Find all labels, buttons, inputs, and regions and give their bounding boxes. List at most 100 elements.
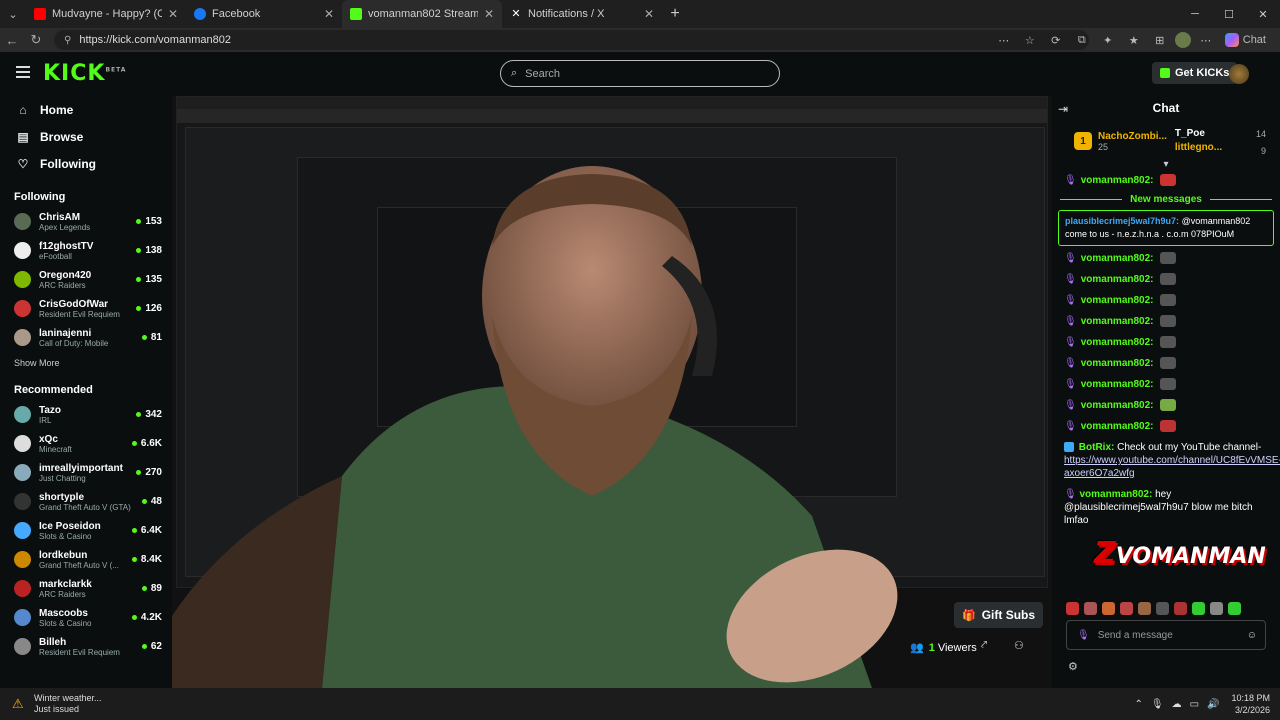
close-tab-icon[interactable]: ✕ bbox=[644, 7, 654, 21]
chat-username[interactable]: vomanman802: bbox=[1081, 420, 1154, 433]
weather-widget[interactable]: ⚠ Winter weather... Just issued bbox=[0, 693, 102, 715]
channel-name: laninajenni bbox=[39, 327, 92, 339]
back-icon[interactable]: ← bbox=[0, 33, 24, 48]
site-info-icon[interactable]: ⚲ bbox=[64, 35, 71, 46]
tab-notifications-x[interactable]: ✕ Notifications / X ✕ bbox=[502, 0, 662, 28]
emote-icon[interactable] bbox=[1138, 602, 1151, 615]
tab-facebook[interactable]: Facebook ✕ bbox=[186, 0, 342, 28]
leaderboard-first[interactable]: 1 NachoZombi... 25 bbox=[1074, 131, 1167, 152]
emote-icon[interactable] bbox=[1210, 602, 1223, 615]
display-icon[interactable]: ▭ bbox=[1190, 699, 1199, 710]
sidebar-channel[interactable]: Tazo IRL 342 bbox=[0, 400, 172, 429]
close-window-icon[interactable]: ✕ bbox=[1246, 0, 1280, 28]
chat-link[interactable]: https://www.youtube.com/channel/UC8fEvVM… bbox=[1064, 455, 1280, 479]
reader-icon[interactable]: ⋯ bbox=[993, 30, 1015, 50]
chat-username[interactable]: vomanman802: bbox=[1081, 357, 1154, 370]
share-icon[interactable]: ⤤ bbox=[981, 639, 987, 652]
favorites-icon[interactable]: ★ bbox=[1123, 30, 1145, 50]
chat-username[interactable]: vomanman802: bbox=[1079, 489, 1152, 500]
chat-username[interactable]: vomanman802: bbox=[1081, 336, 1154, 349]
new-tab-icon[interactable]: + bbox=[662, 5, 688, 23]
maximize-icon[interactable]: ☐ bbox=[1212, 0, 1246, 28]
sidebar-channel[interactable]: ChrisAM Apex Legends 153 bbox=[0, 207, 172, 236]
emote-icon[interactable] bbox=[1084, 602, 1097, 615]
url-input[interactable]: ⚲ https://kick.com/vomanman802 bbox=[54, 30, 1089, 50]
nav-browse[interactable]: ▤ Browse bbox=[0, 123, 172, 150]
stream-player[interactable]: 🎁 Gift Subs 👥 1 Viewers ⤤ ⚇ bbox=[172, 96, 1052, 688]
chat-username[interactable]: vomanman802: bbox=[1081, 315, 1154, 328]
refresh-icon[interactable]: ↻ bbox=[24, 32, 48, 48]
channel-avatar bbox=[14, 300, 31, 317]
show-more-button[interactable]: Show More bbox=[0, 358, 172, 368]
sidebar-channel[interactable]: xQc Minecraft 6.6K bbox=[0, 429, 172, 458]
clock[interactable]: 10:18 PM 3/2/2026 bbox=[1231, 692, 1270, 716]
nav-following[interactable]: ♡ Following bbox=[0, 150, 172, 177]
split-screen-icon[interactable]: ⧉ bbox=[1071, 30, 1093, 50]
collections-icon[interactable]: ⊞ bbox=[1149, 30, 1171, 50]
leaderboard-others[interactable]: T_Poe 14 littlegno... 9 bbox=[1175, 127, 1266, 156]
minimize-icon[interactable]: ─ bbox=[1178, 0, 1212, 28]
channel-viewers: 270 bbox=[136, 467, 162, 478]
channel-viewers: 342 bbox=[136, 409, 162, 420]
copilot-chat-button[interactable]: Chat bbox=[1221, 30, 1270, 50]
extensions-icon[interactable]: ✦ bbox=[1097, 30, 1119, 50]
emote-icon[interactable] bbox=[1156, 602, 1169, 615]
recommended-list: Tazo IRL 342 xQc Minecraft 6.6K imreallyimport… bbox=[0, 400, 172, 661]
more-menu-icon[interactable]: ⋯ bbox=[1195, 30, 1217, 50]
sidebar-channel[interactable]: Mascoobs Slots & Casino 4.2K bbox=[0, 603, 172, 632]
sidebar-channel[interactable]: shortyple Grand Theft Auto V (GTA) 48 bbox=[0, 487, 172, 516]
sidebar-channel[interactable]: Oregon420 ARC Raiders 135 bbox=[0, 265, 172, 294]
sidebar-channel[interactable]: f12ghostTV eFootball 138 bbox=[0, 236, 172, 265]
close-tab-icon[interactable]: ✕ bbox=[484, 7, 494, 21]
gift-subs-button[interactable]: 🎁 Gift Subs bbox=[954, 602, 1044, 628]
pinned-handle-icon[interactable]: ▾ bbox=[1052, 160, 1280, 170]
onedrive-icon[interactable]: ☁ bbox=[1172, 699, 1182, 710]
tab-kick-stream[interactable]: vomanman802 Stream - Watch Li ✕ bbox=[342, 0, 502, 28]
chat-username[interactable]: vomanman802: bbox=[1081, 399, 1154, 412]
profile-avatar[interactable] bbox=[1174, 32, 1191, 48]
sidebar-channel[interactable]: laninajenni Call of Duty: Mobile 81 bbox=[0, 323, 172, 352]
new-messages-label: New messages bbox=[1130, 194, 1202, 205]
nav-home[interactable]: ⌂ Home bbox=[0, 96, 172, 123]
chevron-up-icon[interactable]: ⌃ bbox=[1134, 699, 1142, 710]
refresh-page-icon[interactable]: ⟳ bbox=[1045, 30, 1067, 50]
tab-mudvayne[interactable]: Mudvayne - Happy? (Official ✕ bbox=[26, 0, 186, 28]
chat-username[interactable]: vomanman802: bbox=[1081, 294, 1154, 307]
volume-icon[interactable]: 🔊 bbox=[1207, 699, 1219, 710]
chat-settings-icon[interactable]: ⚙ bbox=[1068, 660, 1078, 673]
sidebar-channel[interactable]: Ice Poseidon Slots & Casino 6.4K bbox=[0, 516, 172, 545]
microphone-icon[interactable]: 🎙 bbox=[1151, 699, 1164, 710]
emote-icon[interactable] bbox=[1228, 602, 1241, 615]
emoji-picker-icon[interactable]: ☺ bbox=[1247, 630, 1257, 641]
channel-viewers: 4.2K bbox=[132, 612, 162, 623]
favorite-star-icon[interactable]: ☆ bbox=[1019, 30, 1041, 50]
chat-username[interactable]: plausiblecrimej5wal7h9u7: bbox=[1065, 216, 1179, 226]
sidebar-channel[interactable]: lordkebun Grand Theft Auto V (... 8.4K bbox=[0, 545, 172, 574]
menu-icon[interactable] bbox=[16, 66, 30, 78]
sidebar-channel[interactable]: Billeh Resident Evil Requiem 62 bbox=[0, 632, 172, 661]
chat-message-input[interactable]: 🎙 Send a message ☺ bbox=[1066, 620, 1266, 650]
kick-logo[interactable]: KICKBETA bbox=[43, 61, 126, 86]
user-avatar[interactable] bbox=[1229, 64, 1249, 84]
chat-username[interactable]: vomanman802: bbox=[1081, 378, 1154, 391]
chat-username[interactable]: vomanman802: bbox=[1081, 273, 1154, 286]
sidebar-channel[interactable]: markclarkk ARC Raiders 89 bbox=[0, 574, 172, 603]
channel-name: imreallyimportant bbox=[39, 462, 123, 474]
chat-username[interactable]: vomanman802: bbox=[1081, 174, 1154, 187]
tab-actions-icon[interactable]: ⌄ bbox=[0, 0, 26, 28]
emote-icon[interactable] bbox=[1174, 602, 1187, 615]
emote-icon[interactable] bbox=[1120, 602, 1133, 615]
close-tab-icon[interactable]: ✕ bbox=[168, 7, 178, 21]
leader-count: 25 bbox=[1098, 141, 1109, 152]
sidebar-channel[interactable]: CrisGodOfWar Resident Evil Requiem 126 bbox=[0, 294, 172, 323]
follow-user-icon[interactable]: ⚇ bbox=[1014, 639, 1024, 652]
sidebar-channel[interactable]: imreallyimportant Just Chatting 270 bbox=[0, 458, 172, 487]
get-kicks-button[interactable]: Get KICKs bbox=[1152, 62, 1238, 84]
emote-icon[interactable] bbox=[1102, 602, 1115, 615]
chat-username[interactable]: BotRix: bbox=[1079, 442, 1115, 453]
emote-icon[interactable] bbox=[1192, 602, 1205, 615]
search-input[interactable]: ⌕ Search bbox=[500, 60, 780, 87]
chat-username[interactable]: vomanman802: bbox=[1081, 252, 1154, 265]
close-tab-icon[interactable]: ✕ bbox=[324, 7, 334, 21]
emote-icon[interactable] bbox=[1066, 602, 1079, 615]
